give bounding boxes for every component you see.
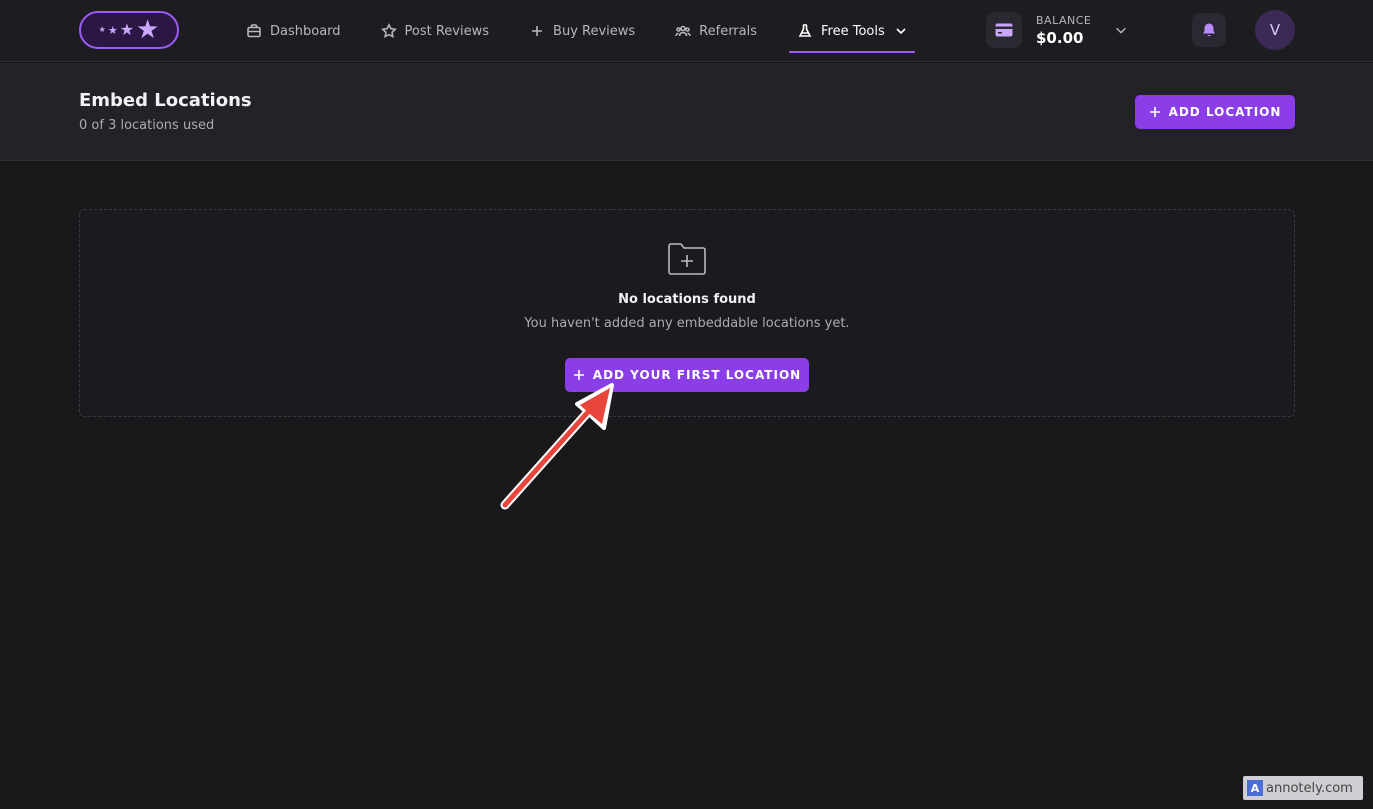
flask-icon (798, 24, 812, 37)
nav-item-label: Referrals (699, 23, 758, 39)
empty-state: No locations found You haven't added any… (79, 209, 1295, 417)
plus-icon (1149, 107, 1160, 117)
page-title: Embed Locations (79, 90, 252, 111)
star-icon: ★ (136, 15, 160, 45)
credit-card-icon (986, 12, 1022, 48)
star-icon: ★ (119, 20, 135, 39)
page-header: Embed Locations 0 of 3 locations used AD… (0, 63, 1373, 161)
nav-item-free-tools[interactable]: Free Tools (789, 9, 915, 53)
chevron-down-icon[interactable] (1114, 22, 1128, 41)
chevron-down-icon (896, 28, 906, 35)
annotation-arrow-icon (500, 383, 614, 510)
nav-item-dashboard[interactable]: Dashboard (246, 9, 341, 53)
balance-value: $0.00 (1036, 28, 1084, 47)
bell-icon (1203, 23, 1215, 37)
star-icon: ★ (98, 25, 106, 34)
nav-item-label: Post Reviews (404, 23, 490, 39)
avatar[interactable]: V (1255, 10, 1295, 50)
add-location-button[interactable]: ADD LOCATION (1135, 95, 1295, 129)
nav-item-label: Buy Reviews (553, 23, 636, 39)
star-icon (380, 23, 397, 39)
nav-item-buy-reviews[interactable]: Buy Reviews (529, 9, 635, 53)
nav-item-post-reviews[interactable]: Post Reviews (380, 9, 490, 53)
notifications-button[interactable] (1192, 13, 1226, 47)
star-icon: ★ (107, 23, 118, 37)
locations-usage: 0 of 3 locations used (79, 118, 215, 133)
balance-label: BALANCE (1036, 13, 1092, 27)
folder-plus-icon (667, 242, 707, 280)
top-navbar: ★ ★ ★ ★ Dashboard Post Reviews Buy Revie… (0, 0, 1373, 62)
users-icon (675, 25, 691, 37)
briefcase-icon (247, 24, 261, 38)
annotely-logo-icon: A (1247, 780, 1263, 796)
nav-item-referrals[interactable]: Referrals (675, 9, 757, 53)
watermark: A annotely.com (1243, 776, 1363, 800)
empty-state-message: You haven't added any embeddable locatio… (524, 316, 850, 331)
plus-icon (532, 26, 543, 36)
nav-item-label: Free Tools (821, 23, 885, 39)
empty-state-title: No locations found (618, 292, 756, 307)
logo[interactable]: ★ ★ ★ ★ (79, 11, 179, 49)
nav-item-label: Dashboard (270, 23, 341, 39)
main-nav: Dashboard Post Reviews Buy Reviews Refer… (246, 0, 949, 62)
watermark-text: annotely.com (1266, 780, 1353, 796)
balance-widget[interactable]: BALANCE $0.00 (986, 12, 1091, 48)
add-location-label: ADD LOCATION (1168, 105, 1282, 119)
